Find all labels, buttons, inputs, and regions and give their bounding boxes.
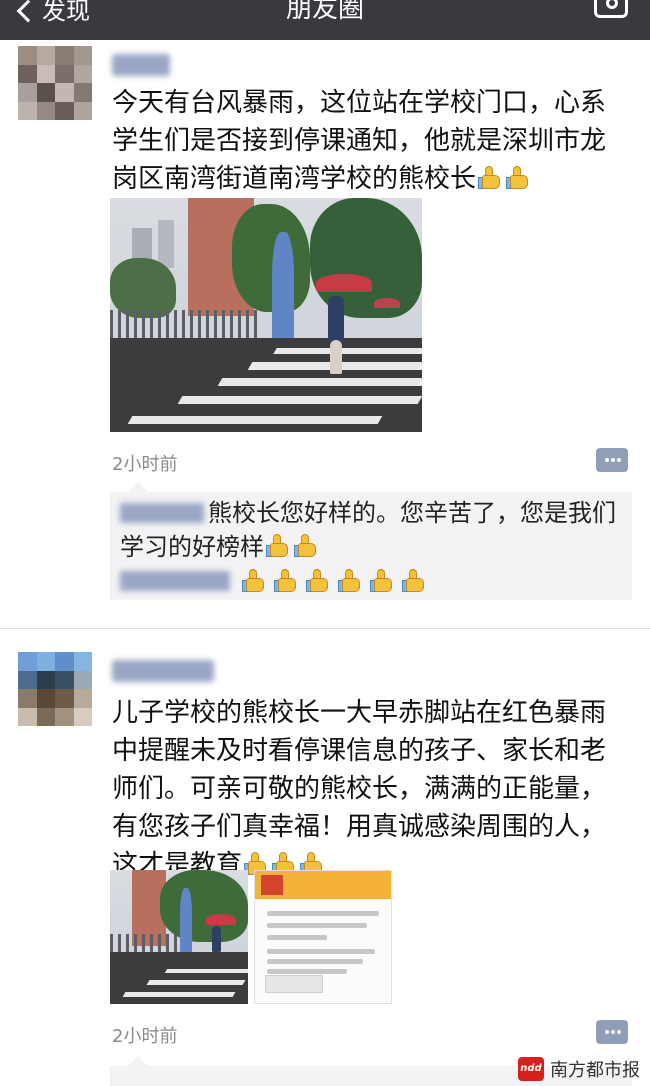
comment-box: 熊校长您好样的。您辛苦了，您是我们学习的好榜样 [110,482,632,600]
thumbs-up-icon [242,568,268,594]
comment-icon[interactable] [596,448,628,472]
camera-lens [606,0,618,9]
commenter-name-redacted[interactable] [120,503,204,523]
top-navigation-bar: 发现 朋友圈 [0,0,650,40]
thumbs-up-icon [478,165,504,191]
comment[interactable]: 熊校长您好样的。您辛苦了，您是我们学习的好榜样 [120,496,620,564]
thumbs-up-icon [402,568,428,594]
thumbs-up-icon [338,568,364,594]
post-time: 2小时前 [112,1026,178,1047]
post-photo[interactable] [110,870,248,1004]
post-text: 今天有台风暴雨，这位站在学校门口，心系学生们是否接到停课通知，他就是深圳市龙岗区… [112,84,612,198]
thumbs-up-icon [306,568,332,594]
thumbs-up-icon [370,568,396,594]
comment-icon[interactable] [596,1020,628,1044]
post-text-content: 儿子学校的熊校长一大早赤脚站在红色暴雨中提醒未及时看停课信息的孩子、家长和老师们… [112,698,607,880]
avatar[interactable] [18,652,92,726]
post-photo[interactable] [254,870,392,1004]
thumbs-up-icon [294,533,320,559]
newspaper-logo: ndd [518,1057,544,1081]
commenter-name-redacted[interactable] [120,571,230,591]
page-title: 朋友圈 [285,0,364,24]
post-text: 儿子学校的熊校长一大早赤脚站在红色暴雨中提醒未及时看停课信息的孩子、家长和老师们… [112,694,612,884]
avatar[interactable] [18,46,92,120]
user-name-redacted[interactable] [112,660,214,682]
post-divider [0,628,650,629]
camera-icon[interactable] [594,0,628,18]
thumbs-up-icon [506,165,532,191]
watermark-text: 南方都市报 [550,1060,640,1081]
comment[interactable] [120,566,428,596]
post-time: 2小时前 [112,454,178,475]
thumbs-up-icon [274,568,300,594]
post-photo[interactable] [110,198,422,432]
thumbs-up-icon [266,533,292,559]
source-watermark: ndd 南方都市报 [518,1056,640,1082]
user-name-redacted[interactable] [112,54,170,76]
